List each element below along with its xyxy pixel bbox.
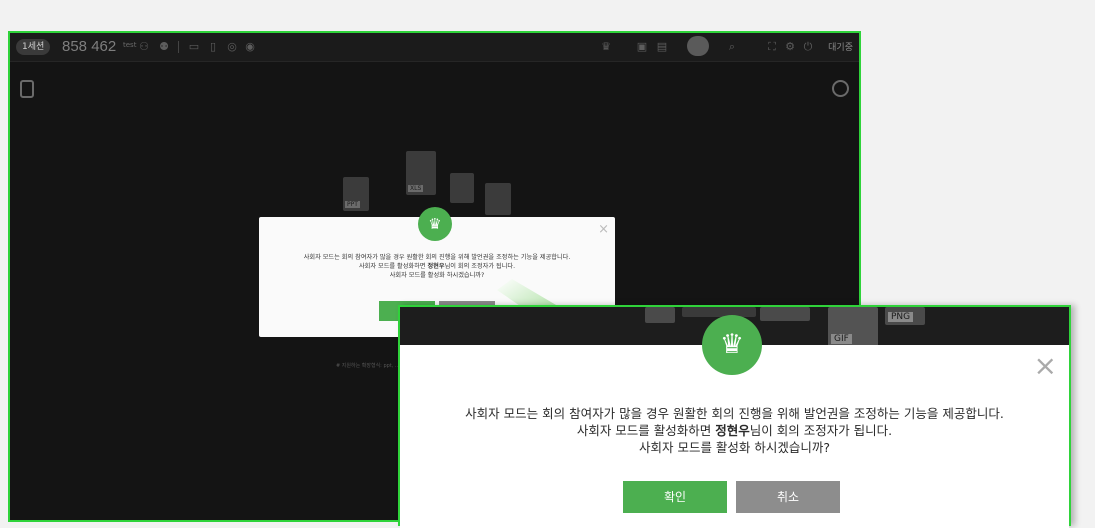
moderator-mode-dialog: ♛ × 사회자 모드는 회의 참여자가 많을 경우 원활한 회의 진행을 위해 … <box>400 315 1069 528</box>
file-icon <box>760 307 810 321</box>
zoomed-dialog-panel: GIF PNG ♛ × 사회자 모드는 회의 참여자가 많을 경우 원활한 회의… <box>398 305 1071 528</box>
dialog-message-line3: 사회자 모드를 활성화 하시겠습니까? <box>638 440 831 455</box>
cancel-button[interactable]: 취소 <box>736 481 840 513</box>
dialog-message-line2: 사회자 모드를 활성화하면 정현우님이 회의 조정자가 됩니다. <box>576 423 893 438</box>
file-icon <box>645 307 675 323</box>
dialog-message: 사회자 모드는 회의 참여자가 많을 경우 원활한 회의 진행을 위해 발언권을… <box>400 405 1069 456</box>
crown-icon: ♛ <box>702 315 762 375</box>
file-icon <box>682 307 756 317</box>
gif-file-icon: GIF <box>828 307 878 347</box>
png-file-icon: PNG <box>885 307 925 325</box>
moderator-name: 정현우 <box>715 423 750 438</box>
close-icon[interactable]: × <box>1034 351 1057 381</box>
dialog-message-line1: 사회자 모드는 회의 참여자가 많을 경우 원활한 회의 진행을 위해 발언권을… <box>465 406 1004 421</box>
confirm-button[interactable]: 확인 <box>623 481 727 513</box>
